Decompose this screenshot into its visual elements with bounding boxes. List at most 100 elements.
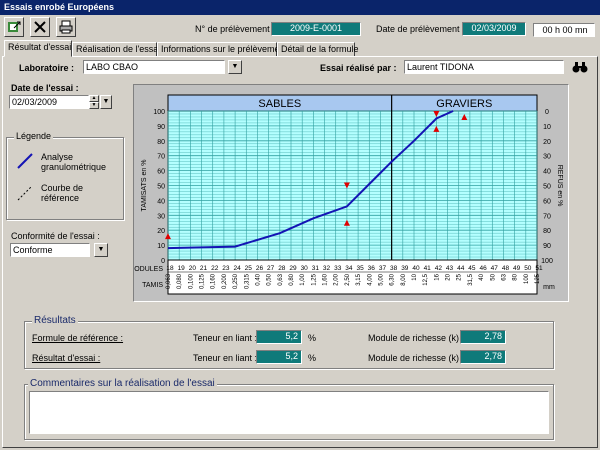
- sample-date-field: 02/03/2009: [462, 22, 526, 36]
- test-result-label: Résultat d'essai :: [32, 353, 101, 363]
- y-tick-label-right: 10: [543, 124, 551, 131]
- module-tick-label: 35: [356, 265, 364, 272]
- tamis-tick-label: 0,200: [222, 273, 228, 289]
- module-tick-label: 48: [502, 265, 510, 272]
- tab-sample-info[interactable]: Informations sur le prélèvement: [157, 42, 287, 57]
- module-tick-label: 27: [267, 265, 275, 272]
- sample-date-label: Date de prélèvement :: [376, 24, 465, 34]
- module-tick-label: 33: [334, 265, 342, 272]
- legend-item-reference-2: référence: [41, 193, 80, 203]
- module-tick-label: 31: [312, 265, 320, 272]
- result-richness-field: 2,78: [460, 350, 506, 364]
- richness-label-1: Module de richesse (k) :: [368, 333, 465, 343]
- legend-item-analysis: Analyse: [41, 152, 74, 162]
- close-icon[interactable]: [30, 17, 50, 37]
- test-date-dropdown-button[interactable]: ▼: [100, 95, 112, 109]
- print-icon[interactable]: [56, 17, 76, 37]
- reference-binder-field: 5,2: [256, 330, 302, 344]
- conformity-select[interactable]: Conforme: [10, 243, 90, 257]
- tamis-tick-label: 20: [446, 273, 452, 280]
- granulometry-chart: SABLES GRAVIERS 0 100 10 90 20 80 30 70 40 60 50 50 60…: [128, 84, 569, 302]
- richness-label-2: Module de richesse (k) :: [368, 353, 465, 363]
- module-tick-label: 30: [301, 265, 309, 272]
- module-tick-label: 47: [491, 265, 499, 272]
- tab-realisation[interactable]: Réalisation de l'essai: [72, 42, 160, 57]
- module-tick-label: 21: [200, 265, 208, 272]
- module-tick-label: 39: [401, 265, 409, 272]
- test-date-field[interactable]: 02/03/2009: [9, 95, 89, 109]
- module-tick-label: 34: [345, 265, 353, 272]
- module-tick-label: 19: [178, 265, 186, 272]
- tamis-tick-label: 0,100: [188, 273, 194, 289]
- reference-formula-label: Formule de référence :: [32, 333, 124, 343]
- tamis-label: TAMIS: [142, 282, 163, 289]
- module-tick-label: 20: [189, 265, 197, 272]
- binder-label-2: Teneur en liant :: [193, 353, 258, 363]
- x-unit-label: mm: [543, 284, 555, 291]
- module-tick-label: 50: [524, 265, 532, 272]
- module-tick-label: 44: [457, 265, 465, 272]
- tamis-tick-label: 0,315: [244, 273, 250, 289]
- y-tick-label-right: 30: [543, 154, 551, 161]
- tamis-tick-label: 125: [535, 273, 541, 284]
- section-label-graviers: GRAVIERS: [436, 98, 492, 110]
- tamis-tick-label: 10: [412, 273, 418, 280]
- legend-item-analysis-2: granulométrique: [41, 162, 107, 172]
- tamis-tick-label: 2,50: [345, 273, 351, 285]
- legend-title: Légende: [14, 131, 54, 141]
- y-tick-label-right: 20: [543, 139, 551, 146]
- module-tick-label: 28: [278, 265, 286, 272]
- module-tick-label: 45: [468, 265, 476, 272]
- y-axis-label-right: REFUS en %: [556, 165, 563, 207]
- tamis-tick-label: 16: [434, 273, 440, 280]
- sample-no-label: N° de prélèvement :: [195, 24, 275, 34]
- binoculars-icon[interactable]: [572, 60, 588, 74]
- window-title: Essais enrobé Européens: [0, 0, 600, 15]
- y-tick-label-right: 50: [543, 184, 551, 191]
- y-tick-label: 80: [157, 139, 165, 146]
- module-tick-label: 32: [323, 265, 331, 272]
- test-date-label: Date de l'essai :: [11, 83, 79, 93]
- y-tick-label-right: 40: [543, 169, 551, 176]
- conformity-dropdown-button[interactable]: ▼: [94, 243, 108, 257]
- tamis-tick-label: 25: [457, 273, 463, 280]
- y-tick-label-right: 70: [543, 213, 551, 220]
- tamis-tick-label: 0,63: [278, 273, 284, 285]
- export-icon[interactable]: [4, 17, 24, 37]
- y-tick-label: 0: [161, 258, 165, 265]
- comments-field[interactable]: [29, 391, 549, 434]
- tamis-tick-label: 1,60: [323, 273, 329, 285]
- tamis-tick-label: 0,125: [200, 273, 206, 289]
- result-binder-field: 5,2: [256, 350, 302, 364]
- module-tick-label: 18: [166, 265, 174, 272]
- y-tick-label: 10: [157, 243, 165, 250]
- tamis-tick-label: 0,80: [289, 273, 295, 285]
- module-tick-label: 43: [446, 265, 454, 272]
- module-tick-label: 25: [245, 265, 253, 272]
- y-axis-label: TAMISATS en %: [141, 160, 148, 212]
- tamis-tick-label: 63: [501, 273, 507, 280]
- spin-up-icon[interactable]: ▲: [89, 95, 99, 102]
- y-tick-label: 60: [157, 169, 165, 176]
- tab-result[interactable]: Résultat d'essai: [4, 40, 72, 57]
- y-tick-label: 30: [157, 213, 165, 220]
- laboratory-dropdown-button[interactable]: ▼: [228, 60, 242, 74]
- comments-title: Commentaires sur la réalisation de l'ess…: [28, 378, 217, 389]
- module-tick-label: 29: [289, 265, 297, 272]
- results-title: Résultats: [32, 315, 78, 326]
- spin-down-icon[interactable]: ▼: [89, 102, 99, 109]
- laboratory-label: Laboratoire :: [19, 63, 75, 73]
- laboratory-select[interactable]: LABO CBAO: [83, 60, 225, 74]
- module-tick-label: 24: [233, 265, 241, 272]
- tester-field[interactable]: Laurent TIDONA: [404, 60, 564, 74]
- legend-item-reference: Courbe de: [41, 183, 84, 193]
- tamis-tick-label: 6,30: [390, 273, 396, 285]
- y-tick-label-right: 80: [543, 228, 551, 235]
- module-tick-label: 46: [479, 265, 487, 272]
- module-tick-label: 42: [435, 265, 443, 272]
- tamis-tick-label: 0,50: [267, 273, 273, 285]
- tab-formula-detail[interactable]: Détail de la formule: [277, 42, 359, 57]
- tamis-tick-label: 0,160: [211, 273, 217, 289]
- y-tick-label: 40: [157, 198, 165, 205]
- y-tick-label: 90: [157, 124, 165, 131]
